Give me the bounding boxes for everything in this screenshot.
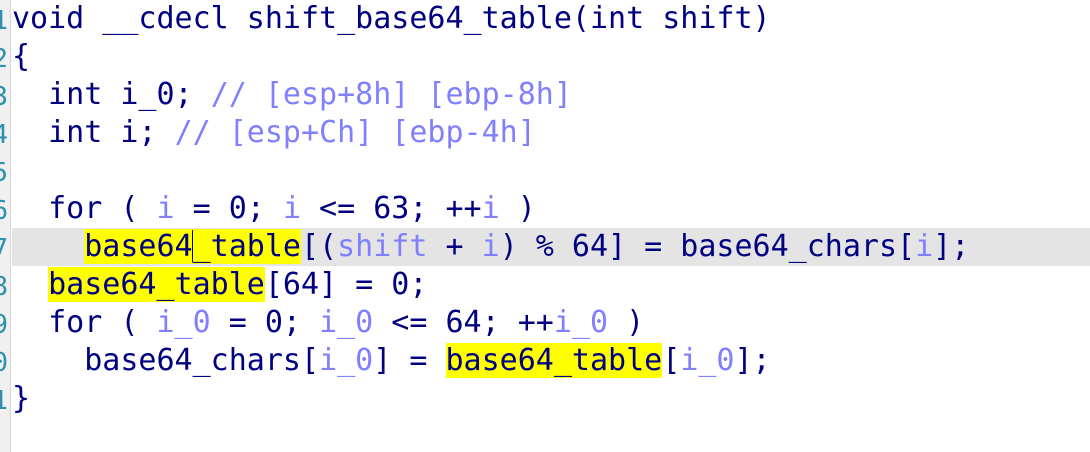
line-number: 7 bbox=[0, 230, 8, 268]
code-line-signature[interactable]: void __cdecl shift_base64_table(int shif… bbox=[12, 0, 1090, 38]
decl-text[interactable]: int i_0; bbox=[48, 77, 193, 112]
code-text: = 0; bbox=[174, 191, 283, 226]
var-i0[interactable]: i_0 bbox=[554, 305, 608, 340]
var-i[interactable]: i bbox=[482, 191, 500, 226]
code-text: [( bbox=[301, 229, 338, 264]
highlighted-identifier[interactable]: _table bbox=[192, 229, 301, 264]
highlighted-identifier[interactable]: base64 bbox=[84, 229, 193, 264]
highlighted-identifier[interactable]: base64_table bbox=[48, 267, 265, 302]
line-number: 8 bbox=[0, 268, 8, 306]
code-text: ]; bbox=[734, 343, 771, 378]
code-text: [64] = 0; bbox=[264, 267, 428, 302]
decl-text[interactable]: int i; bbox=[48, 115, 156, 150]
code-line-copy[interactable]: base64_chars[i_0] = base64_table[i_0]; bbox=[12, 342, 1090, 380]
code-text[interactable]: ) % 64] = base64_chars[ bbox=[500, 229, 915, 264]
var-i[interactable]: i bbox=[283, 191, 301, 226]
var-i[interactable]: i bbox=[157, 191, 175, 226]
line-number: 6 bbox=[0, 192, 8, 230]
code-text: + bbox=[427, 229, 482, 264]
code-line-for-loop-2[interactable]: for ( i_0 = 0; i_0 <= 64; ++i_0 ) bbox=[12, 304, 1090, 342]
function-signature[interactable]: void __cdecl shift_base64_table(int shif… bbox=[12, 1, 771, 36]
code-text: ]; bbox=[933, 229, 970, 264]
code-line-open-brace[interactable]: { bbox=[12, 38, 1090, 76]
code-line-decl-i0[interactable]: int i_0; // [esp+8h] [ebp-8h] bbox=[12, 76, 1090, 114]
code-text: ] = bbox=[373, 343, 446, 378]
close-brace: } bbox=[12, 381, 31, 416]
var-i0[interactable]: i_0 bbox=[157, 305, 211, 340]
code-line-terminator[interactable]: base64_table[64] = 0; bbox=[12, 266, 1090, 304]
code-text: <= 64; ++ bbox=[373, 305, 554, 340]
var-i0[interactable]: i_0 bbox=[319, 305, 373, 340]
var-shift[interactable]: shift bbox=[337, 229, 427, 264]
var-i0[interactable]: i_0 bbox=[680, 343, 734, 378]
code-text: = 0; bbox=[210, 305, 320, 340]
stack-comment: // [esp+8h] [ebp-8h] bbox=[210, 77, 572, 112]
highlighted-identifier[interactable]: base64_table bbox=[445, 343, 663, 378]
line-number: 3 bbox=[0, 78, 8, 116]
line-number: 1 bbox=[0, 382, 8, 420]
for-keyword: for ( bbox=[48, 191, 157, 226]
line-number: 2 bbox=[0, 40, 8, 78]
open-brace: { bbox=[12, 39, 31, 74]
var-i0[interactable]: i_0 bbox=[319, 343, 373, 378]
line-number-gutter: 1 2 3 4 5 6 7 8 9 0 1 bbox=[0, 0, 11, 452]
code-line-blank[interactable] bbox=[12, 152, 1090, 190]
code-line-current[interactable]: base64_table[(shift + i) % 64] = base64_… bbox=[12, 228, 1090, 266]
code-text: ) bbox=[499, 191, 536, 226]
code-text: [ bbox=[662, 343, 681, 378]
line-number: 9 bbox=[0, 306, 8, 344]
line-number: 5 bbox=[0, 154, 8, 192]
code-text: ) bbox=[608, 305, 645, 340]
code-text: <= 63; ++ bbox=[301, 191, 482, 226]
line-number: 0 bbox=[0, 344, 8, 382]
var-i[interactable]: i bbox=[915, 229, 933, 264]
code-line-decl-i[interactable]: int i; // [esp+Ch] [ebp-4h] bbox=[12, 114, 1090, 152]
line-number: 1 bbox=[0, 2, 8, 40]
var-i[interactable]: i bbox=[482, 229, 500, 264]
stack-comment: // [esp+Ch] [ebp-4h] bbox=[174, 115, 536, 150]
code-line-for-loop-1[interactable]: for ( i = 0; i <= 63; ++i ) bbox=[12, 190, 1090, 228]
line-number: 4 bbox=[0, 116, 8, 154]
for-keyword: for ( bbox=[48, 305, 157, 340]
code-line-close-brace[interactable]: } bbox=[12, 380, 1090, 418]
code-text[interactable]: base64_chars[ bbox=[84, 343, 319, 378]
